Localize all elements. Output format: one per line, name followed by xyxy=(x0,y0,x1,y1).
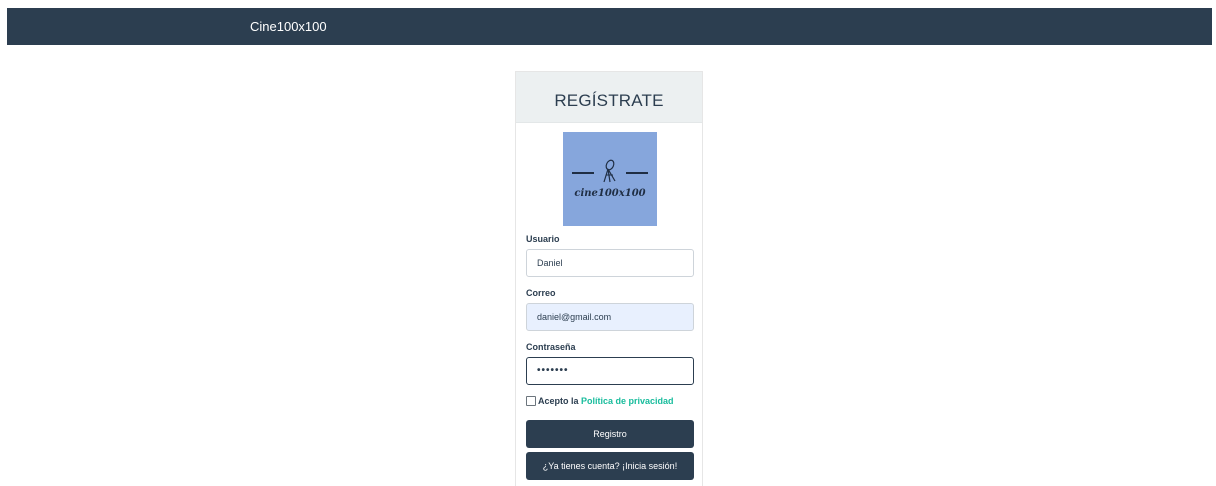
password-field[interactable]: ••••••• xyxy=(526,357,694,385)
register-button[interactable]: Registro xyxy=(526,420,694,448)
navbar-brand[interactable]: Cine100x100 xyxy=(250,18,327,35)
navbar: Cine100x100 xyxy=(7,8,1212,45)
username-field[interactable]: Daniel xyxy=(526,249,694,277)
card-header: REGÍSTRATE xyxy=(516,72,702,123)
email-field[interactable]: daniel@gmail.com xyxy=(526,303,694,331)
page-title: REGÍSTRATE xyxy=(554,91,664,110)
email-label: Correo xyxy=(526,288,556,298)
privacy-checkbox[interactable] xyxy=(526,396,536,406)
register-card: REGÍSTRATE cine100x100 Usuario Daniel Co… xyxy=(515,71,703,486)
privacy-policy-link[interactable]: Política de privacidad xyxy=(581,396,674,406)
logo-film-camera-icon xyxy=(572,159,648,183)
password-label: Contraseña xyxy=(526,342,576,352)
privacy-label-prefix: Acepto la xyxy=(538,396,582,406)
logo-image: cine100x100 xyxy=(563,132,657,226)
privacy-label: Acepto la Política de privacidad xyxy=(538,395,674,407)
login-link-button[interactable]: ¿Ya tienes cuenta? ¡Inicia sesión! xyxy=(526,452,694,480)
username-label: Usuario xyxy=(526,234,560,244)
logo-text: cine100x100 xyxy=(574,188,646,199)
